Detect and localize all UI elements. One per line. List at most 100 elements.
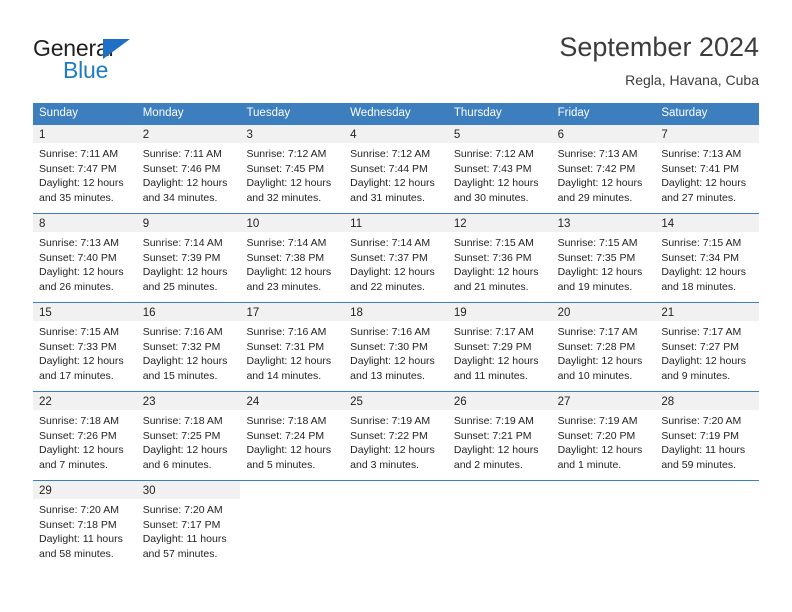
sunrise-text: Sunrise: 7:20 AM [142,504,223,516]
day-details: Sunrise: 7:15 AM Sunset: 7:34 PM Dayligh… [655,232,759,294]
sunset-text: Sunset: 7:43 PM [453,162,532,175]
day-number: 15 [39,307,52,319]
day-number-band: 22 [33,392,137,410]
daylight-text-line1: Daylight: 12 hours [557,177,643,190]
day-number-band: 14 [655,214,760,232]
day-cell[interactable]: 10 Sunrise: 7:14 AM Sunset: 7:38 PM Dayl… [240,214,345,302]
day-details: Sunrise: 7:15 AM Sunset: 7:33 PM Dayligh… [33,321,137,383]
day-cell[interactable]: 16 Sunrise: 7:16 AM Sunset: 7:32 PM Dayl… [136,303,241,391]
day-number: 16 [142,307,156,319]
sunset-text: Sunset: 7:42 PM [557,162,636,175]
day-number: 3 [246,129,253,141]
day-number: 20 [557,307,571,319]
day-details: Sunrise: 7:15 AM Sunset: 7:35 PM Dayligh… [552,232,656,294]
general-blue-logo[interactable]: General Blue [33,36,233,86]
daylight-text-line1: Daylight: 12 hours [557,444,643,457]
daylight-text-line1: Daylight: 12 hours [39,444,124,457]
day-number-band: 28 [655,392,760,410]
logo-triangle-icon [103,39,130,59]
day-cell[interactable]: 19 Sunrise: 7:17 AM Sunset: 7:29 PM Dayl… [447,303,552,391]
daylight-text-line1: Daylight: 12 hours [246,266,332,279]
day-cell-empty [240,481,345,569]
day-number: 7 [661,129,668,141]
day-details: Sunrise: 7:20 AM Sunset: 7:19 PM Dayligh… [655,410,759,472]
day-details: Sunrise: 7:11 AM Sunset: 7:46 PM Dayligh… [137,143,241,205]
day-details: Sunrise: 7:16 AM Sunset: 7:32 PM Dayligh… [137,321,241,383]
sunset-text: Sunset: 7:28 PM [557,340,636,353]
sunrise-text: Sunrise: 7:15 AM [661,237,742,249]
day-number: 2 [142,129,150,141]
day-cell[interactable]: 30 Sunrise: 7:20 AM Sunset: 7:17 PM Dayl… [136,481,241,569]
weekday-header-sunday: Sunday [39,107,79,119]
sunset-text: Sunset: 7:41 PM [661,162,739,175]
day-details: Sunrise: 7:19 AM Sunset: 7:22 PM Dayligh… [344,410,448,472]
daylight-text-line2: and 58 minutes. [39,547,114,560]
sunrise-text: Sunrise: 7:11 AM [39,148,119,160]
day-number: 27 [557,396,571,408]
sunset-text: Sunset: 7:36 PM [453,251,532,264]
daylight-text-line2: and 57 minutes. [142,547,218,560]
day-cell[interactable]: 7 Sunrise: 7:13 AM Sunset: 7:41 PM Dayli… [655,125,760,213]
sunrise-text: Sunrise: 7:19 AM [350,415,431,427]
day-cell[interactable]: 1 Sunrise: 7:11 AM Sunset: 7:47 PM Dayli… [33,125,137,213]
day-cell[interactable]: 15 Sunrise: 7:15 AM Sunset: 7:33 PM Dayl… [33,303,137,391]
daylight-text-line1: Daylight: 11 hours [39,533,123,546]
sunset-text: Sunset: 7:45 PM [246,162,325,175]
daylight-text-line2: and 29 minutes. [557,191,633,204]
daylight-text-line1: Daylight: 12 hours [39,266,124,279]
sunset-text: Sunset: 7:19 PM [661,429,739,442]
week-row: 22 Sunrise: 7:18 AM Sunset: 7:26 PM Dayl… [33,391,760,480]
daylight-text-line1: Daylight: 11 hours [142,533,227,546]
day-number: 21 [661,307,675,319]
weekday-header-wednesday: Wednesday [350,107,411,119]
daylight-text-line1: Daylight: 12 hours [453,266,539,279]
day-cell[interactable]: 25 Sunrise: 7:19 AM Sunset: 7:22 PM Dayl… [344,392,448,480]
sunset-text: Sunset: 7:39 PM [142,251,221,264]
day-cell[interactable]: 27 Sunrise: 7:19 AM Sunset: 7:20 PM Dayl… [551,392,656,480]
day-cell[interactable]: 5 Sunrise: 7:12 AM Sunset: 7:43 PM Dayli… [447,125,552,213]
day-number: 11 [350,218,363,230]
day-cell[interactable]: 22 Sunrise: 7:18 AM Sunset: 7:26 PM Dayl… [33,392,137,480]
day-cell[interactable]: 4 Sunrise: 7:12 AM Sunset: 7:44 PM Dayli… [344,125,448,213]
day-number-band: 26 [447,392,552,410]
day-cell[interactable]: 26 Sunrise: 7:19 AM Sunset: 7:21 PM Dayl… [447,392,552,480]
day-cell[interactable]: 18 Sunrise: 7:16 AM Sunset: 7:30 PM Dayl… [344,303,448,391]
sunset-text: Sunset: 7:29 PM [453,340,532,353]
day-number-band: 12 [447,214,552,232]
day-cell[interactable]: 17 Sunrise: 7:16 AM Sunset: 7:31 PM Dayl… [240,303,345,391]
sunset-text: Sunset: 7:30 PM [350,340,428,353]
daylight-text-line1: Daylight: 12 hours [661,355,746,368]
day-cell[interactable]: 9 Sunrise: 7:14 AM Sunset: 7:39 PM Dayli… [136,214,241,302]
day-number-band [448,481,552,499]
day-details: Sunrise: 7:15 AM Sunset: 7:36 PM Dayligh… [448,232,552,294]
day-cell[interactable]: 8 Sunrise: 7:13 AM Sunset: 7:40 PM Dayli… [33,214,137,302]
day-cell[interactable]: 23 Sunrise: 7:18 AM Sunset: 7:25 PM Dayl… [136,392,241,480]
day-cell[interactable]: 2 Sunrise: 7:11 AM Sunset: 7:46 PM Dayli… [136,125,241,213]
day-number-band [655,481,759,499]
day-cell[interactable]: 13 Sunrise: 7:15 AM Sunset: 7:35 PM Dayl… [551,214,656,302]
sunrise-text: Sunrise: 7:18 AM [142,415,223,427]
day-cell[interactable]: 14 Sunrise: 7:15 AM Sunset: 7:34 PM Dayl… [655,214,760,302]
daylight-text-line1: Daylight: 12 hours [39,355,124,368]
sunset-text: Sunset: 7:21 PM [453,429,532,442]
day-details: Sunrise: 7:16 AM Sunset: 7:30 PM Dayligh… [344,321,448,383]
day-cell[interactable]: 11 Sunrise: 7:14 AM Sunset: 7:37 PM Dayl… [344,214,448,302]
daylight-text-line2: and 31 minutes. [350,191,425,204]
day-cell[interactable]: 29 Sunrise: 7:20 AM Sunset: 7:18 PM Dayl… [33,481,137,569]
day-cell[interactable]: 3 Sunrise: 7:12 AM Sunset: 7:45 PM Dayli… [240,125,345,213]
day-cell[interactable]: 24 Sunrise: 7:18 AM Sunset: 7:24 PM Dayl… [240,392,345,480]
day-details: Sunrise: 7:18 AM Sunset: 7:25 PM Dayligh… [137,410,241,472]
sunrise-text: Sunrise: 7:15 AM [39,326,119,338]
daylight-text-line1: Daylight: 12 hours [142,355,228,368]
day-details: Sunrise: 7:14 AM Sunset: 7:38 PM Dayligh… [240,232,344,294]
day-number: 17 [246,307,260,319]
day-cell[interactable]: 12 Sunrise: 7:15 AM Sunset: 7:36 PM Dayl… [447,214,552,302]
day-number-band: 5 [447,125,552,143]
day-cell[interactable]: 21 Sunrise: 7:17 AM Sunset: 7:27 PM Dayl… [655,303,760,391]
day-number: 30 [142,485,156,497]
day-cell[interactable]: 20 Sunrise: 7:17 AM Sunset: 7:28 PM Dayl… [551,303,656,391]
day-details: Sunrise: 7:13 AM Sunset: 7:41 PM Dayligh… [655,143,759,205]
day-cell[interactable]: 28 Sunrise: 7:20 AM Sunset: 7:19 PM Dayl… [655,392,760,480]
day-cell[interactable]: 6 Sunrise: 7:13 AM Sunset: 7:42 PM Dayli… [551,125,656,213]
day-number-band: 2 [136,125,241,143]
